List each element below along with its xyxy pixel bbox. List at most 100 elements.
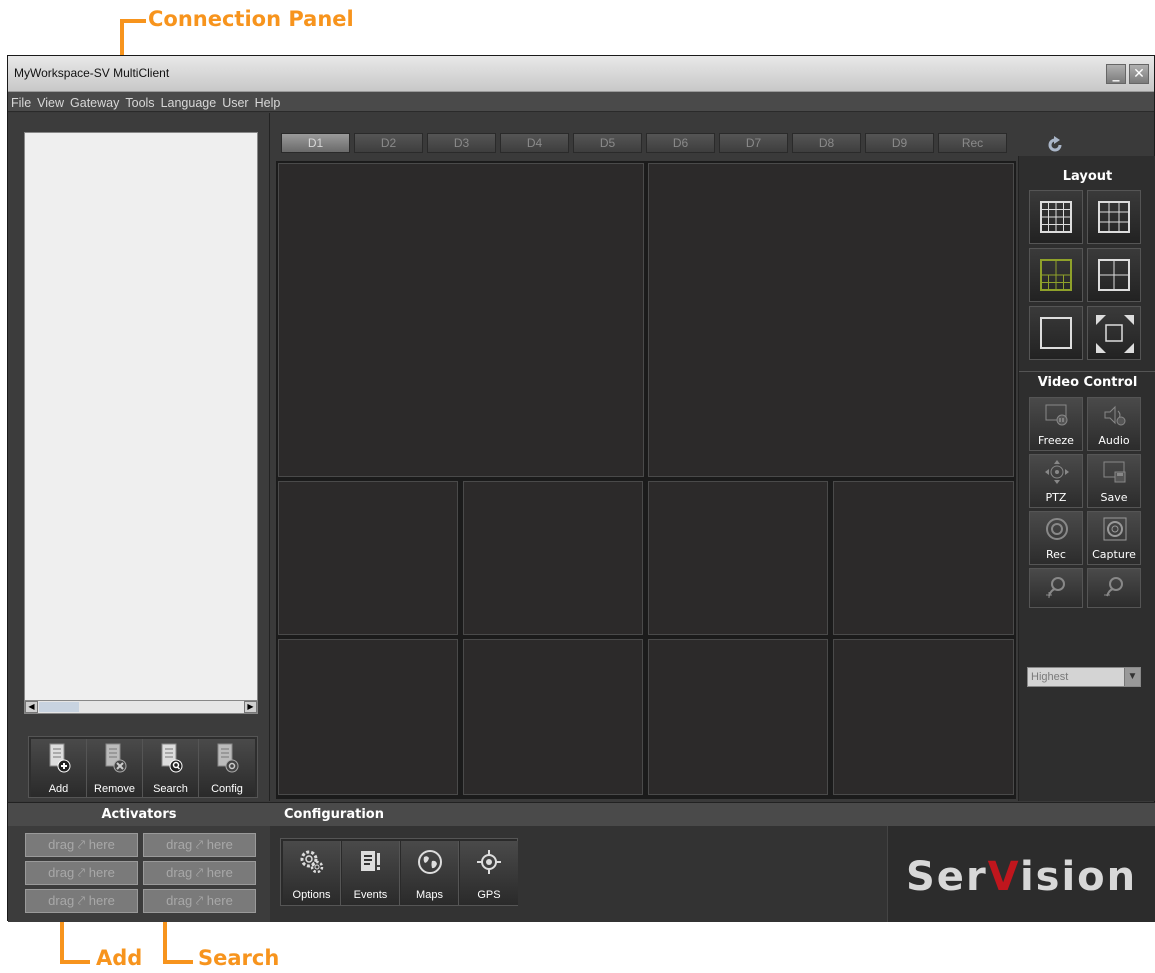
- remove-button[interactable]: Remove: [87, 739, 143, 797]
- tab-d1[interactable]: D1: [281, 133, 350, 153]
- activator-slot[interactable]: drag ⤤ here: [25, 889, 138, 913]
- menu-help[interactable]: Help: [252, 94, 284, 112]
- tab-d6[interactable]: D6: [646, 133, 715, 153]
- screenshot-page: Connection Panel Add Search MyWorkspace-…: [0, 0, 1155, 973]
- servision-logo: SerVision: [906, 854, 1137, 900]
- tab-d4[interactable]: D4: [500, 133, 569, 153]
- layout-1x1-button[interactable]: [1029, 306, 1083, 360]
- activator-slot[interactable]: drag ⤤ here: [143, 861, 256, 885]
- tab-d8[interactable]: D8: [792, 133, 861, 153]
- tab-d5[interactable]: D5: [573, 133, 642, 153]
- activator-slot[interactable]: drag ⤤ here: [25, 833, 138, 857]
- freeze-icon: [1045, 404, 1068, 426]
- logo-left: Ser: [906, 854, 988, 900]
- ptz-button[interactable]: PTZ: [1029, 454, 1083, 508]
- scroll-left-arrow-icon[interactable]: ◀: [25, 701, 38, 713]
- search-button[interactable]: Search: [143, 739, 199, 797]
- menu-language[interactable]: Language: [158, 94, 220, 112]
- options-label: Options: [292, 889, 331, 901]
- layout-2-plus-8-button[interactable]: [1029, 248, 1083, 302]
- maps-button[interactable]: Maps: [401, 841, 459, 905]
- gps-button[interactable]: GPS: [460, 841, 518, 905]
- connection-panel: ◀ ▶ Add Remove Search Config: [8, 113, 270, 801]
- save-button[interactable]: Save: [1087, 454, 1141, 508]
- drag-label: drag: [48, 837, 75, 852]
- activator-slot[interactable]: drag ⤤ here: [143, 833, 256, 857]
- here-label: here: [206, 865, 233, 880]
- video-cell-2[interactable]: [648, 163, 1014, 477]
- drag-label: drag: [166, 865, 193, 880]
- logo-right: ision: [1019, 854, 1138, 900]
- tab-d3[interactable]: D3: [427, 133, 496, 153]
- menu-gateway[interactable]: Gateway: [67, 94, 122, 112]
- options-button[interactable]: Options: [283, 841, 341, 905]
- drag-label: drag: [48, 893, 75, 908]
- grid-3x3-icon: [1098, 201, 1130, 233]
- menu-tools[interactable]: Tools: [122, 94, 157, 112]
- here-label: here: [206, 837, 233, 852]
- video-cell-3[interactable]: [278, 481, 458, 635]
- layout-2x2-button[interactable]: [1087, 248, 1141, 302]
- scroll-right-arrow-icon[interactable]: ▶: [244, 701, 257, 713]
- events-label: Events: [353, 889, 388, 901]
- server-add-icon: [49, 743, 71, 773]
- audio-button[interactable]: Audio: [1087, 397, 1141, 451]
- video-cell-8[interactable]: [463, 639, 643, 795]
- callout-bracket-add-h: [60, 960, 90, 964]
- config-button-label: Config: [211, 783, 243, 795]
- user-remove-button[interactable]: [1087, 568, 1141, 608]
- menu-view[interactable]: View: [34, 94, 67, 112]
- video-cell-6[interactable]: [833, 481, 1014, 635]
- events-button[interactable]: Events: [342, 841, 400, 905]
- here-label: here: [88, 837, 115, 852]
- tab-rec[interactable]: Rec: [938, 133, 1007, 153]
- video-cell-7[interactable]: [278, 639, 458, 795]
- grid-4x4-icon: [1040, 201, 1072, 233]
- video-grid: [276, 161, 1016, 799]
- menu-file[interactable]: File: [8, 94, 34, 112]
- add-button-label: Add: [48, 783, 69, 795]
- activator-slot[interactable]: drag ⤤ here: [143, 889, 256, 913]
- display-tabs: D1 D2 D3 D4 D5 D6 D7 D8 D9 Rec: [276, 130, 1016, 154]
- close-button[interactable]: ✕: [1129, 64, 1149, 84]
- drag-arrow-icon: ⤤: [77, 837, 86, 852]
- quality-select[interactable]: Highest ▼: [1027, 667, 1141, 687]
- audio-label: Audio: [1098, 434, 1130, 447]
- tab-d2[interactable]: D2: [354, 133, 423, 153]
- video-control-header: Video Control: [1019, 371, 1155, 393]
- tab-d7[interactable]: D7: [719, 133, 788, 153]
- drag-arrow-icon: ⤤: [195, 865, 204, 880]
- scroll-thumb[interactable]: [39, 702, 79, 712]
- rec-button[interactable]: Rec: [1029, 511, 1083, 565]
- tab-d9[interactable]: D9: [865, 133, 934, 153]
- video-cell-9[interactable]: [648, 639, 828, 795]
- refresh-icon[interactable]: [1046, 136, 1064, 154]
- menu-user[interactable]: User: [219, 94, 251, 112]
- video-cell-10[interactable]: [833, 639, 1014, 795]
- configuration-panel: Options Events Maps GPS SerVision: [270, 826, 1155, 922]
- layout-3x3-button[interactable]: [1087, 190, 1141, 244]
- capture-button[interactable]: Capture: [1087, 511, 1141, 565]
- config-button[interactable]: Config: [199, 739, 255, 797]
- minimize-button[interactable]: _: [1106, 64, 1126, 84]
- callout-add: Add: [96, 946, 143, 970]
- here-label: here: [88, 865, 115, 880]
- user-add-button[interactable]: [1029, 568, 1083, 608]
- activator-slot[interactable]: drag ⤤ here: [25, 861, 138, 885]
- drag-label: drag: [48, 865, 75, 880]
- configuration-header: Configuration: [270, 802, 1155, 826]
- fullscreen-button[interactable]: [1087, 306, 1141, 360]
- video-cell-4[interactable]: [463, 481, 643, 635]
- connection-horizontal-scrollbar[interactable]: ◀ ▶: [24, 700, 258, 714]
- add-button[interactable]: Add: [31, 739, 87, 797]
- globe-icon: [418, 850, 442, 874]
- callout-connection-panel: Connection Panel: [148, 7, 354, 31]
- freeze-button[interactable]: Freeze: [1029, 397, 1083, 451]
- chevron-down-icon[interactable]: ▼: [1124, 668, 1140, 686]
- video-cell-5[interactable]: [648, 481, 828, 635]
- video-cell-1[interactable]: [278, 163, 644, 477]
- connection-tree[interactable]: [24, 132, 258, 709]
- layout-4x4-button[interactable]: [1029, 190, 1083, 244]
- drag-arrow-icon: ⤤: [77, 865, 86, 880]
- drag-arrow-icon: ⤤: [195, 837, 204, 852]
